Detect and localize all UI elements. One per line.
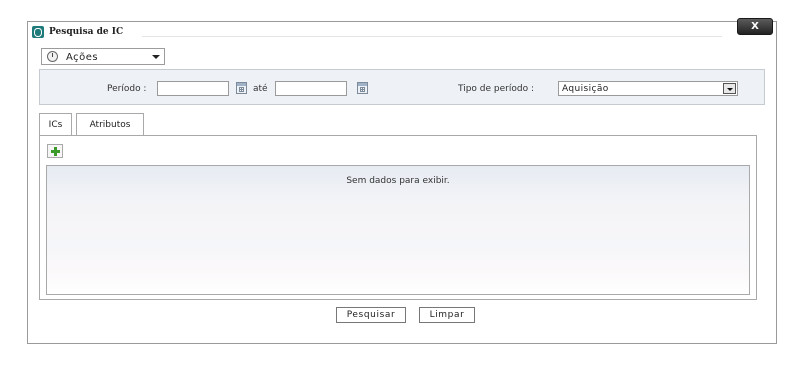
- title-divider: [142, 36, 722, 37]
- attributes-tab-panel: Sem dados para exibir.: [39, 135, 757, 300]
- calendar-icon[interactable]: [236, 82, 247, 94]
- period-end-input[interactable]: [275, 81, 347, 96]
- actions-menu-button[interactable]: Ações: [41, 48, 165, 65]
- period-start-input[interactable]: [157, 81, 229, 96]
- period-type-select[interactable]: Aquisição: [558, 81, 738, 96]
- period-type-value: Aquisição: [562, 84, 609, 94]
- period-type-label: Tipo de período :: [458, 84, 534, 94]
- search-button[interactable]: Pesquisar: [336, 307, 406, 323]
- dialog-title: Pesquisa de IC: [49, 27, 124, 37]
- tab-ics[interactable]: ICs: [39, 113, 72, 135]
- period-between-label: até: [253, 84, 268, 94]
- attributes-grid: Sem dados para exibir.: [46, 165, 750, 295]
- search-dialog: Pesquisa de IC X Ações Período : até Tip…: [27, 18, 777, 344]
- grid-empty-message: Sem dados para exibir.: [346, 176, 450, 186]
- filter-bar: Período : até Tipo de período : Aquisiçã…: [39, 69, 765, 105]
- clear-button[interactable]: Limpar: [419, 307, 475, 323]
- calendar-icon[interactable]: [357, 82, 368, 94]
- tab-atributos[interactable]: Atributos: [76, 113, 144, 136]
- actions-gear-icon: [47, 51, 58, 62]
- period-label: Período :: [107, 84, 147, 94]
- dropdown-arrow-icon[interactable]: [723, 83, 736, 94]
- app-logo-icon: [32, 26, 44, 38]
- chevron-down-icon: [152, 55, 160, 59]
- dialog-titlebar: Pesquisa de IC X: [28, 18, 776, 42]
- close-button[interactable]: X: [737, 18, 773, 35]
- add-attribute-button[interactable]: [47, 144, 63, 158]
- actions-menu-label: Ações: [66, 52, 99, 63]
